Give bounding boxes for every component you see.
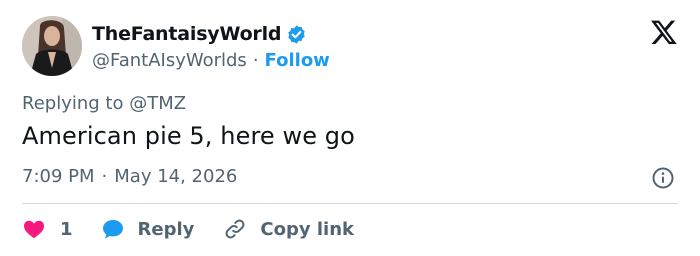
x-logo[interactable]	[650, 18, 678, 46]
tweet-date: May 14, 2026	[114, 166, 238, 187]
tweet-card: TheFantaisyWorld @FantAIsyWorlds · Follo…	[0, 0, 700, 256]
tweet-time: 7:09 PM	[22, 166, 95, 187]
verified-badge-icon	[286, 24, 307, 45]
action-bar: 1 Reply Copy link	[22, 214, 354, 244]
like-count: 1	[60, 218, 73, 240]
avatar-image	[22, 16, 82, 76]
separator-dot: ·	[252, 49, 259, 71]
reply-label: Reply	[137, 218, 195, 240]
divider	[22, 203, 678, 204]
reply-button[interactable]: Reply	[101, 217, 195, 241]
info-icon[interactable]	[651, 166, 675, 190]
follow-button[interactable]: Follow	[265, 50, 330, 71]
link-icon	[223, 217, 247, 241]
author-name-row: TheFantaisyWorld	[92, 22, 307, 46]
display-name[interactable]: TheFantaisyWorld	[92, 23, 282, 45]
replying-to[interactable]: Replying to @TMZ	[22, 93, 186, 114]
tweet-text: American pie 5, here we go	[22, 122, 355, 150]
copy-link-button[interactable]: Copy link	[223, 217, 354, 241]
heart-icon	[22, 217, 46, 241]
author-handle[interactable]: @FantAIsyWorlds	[92, 50, 247, 71]
like-button[interactable]: 1	[22, 217, 73, 241]
timestamp[interactable]: 7:09 PM · May 14, 2026	[22, 166, 237, 187]
author-handle-row: @FantAIsyWorlds · Follow	[92, 48, 330, 72]
avatar[interactable]	[22, 16, 82, 76]
separator-dot: ·	[101, 166, 108, 187]
copy-link-label: Copy link	[260, 218, 354, 240]
speech-bubble-icon	[101, 217, 125, 241]
